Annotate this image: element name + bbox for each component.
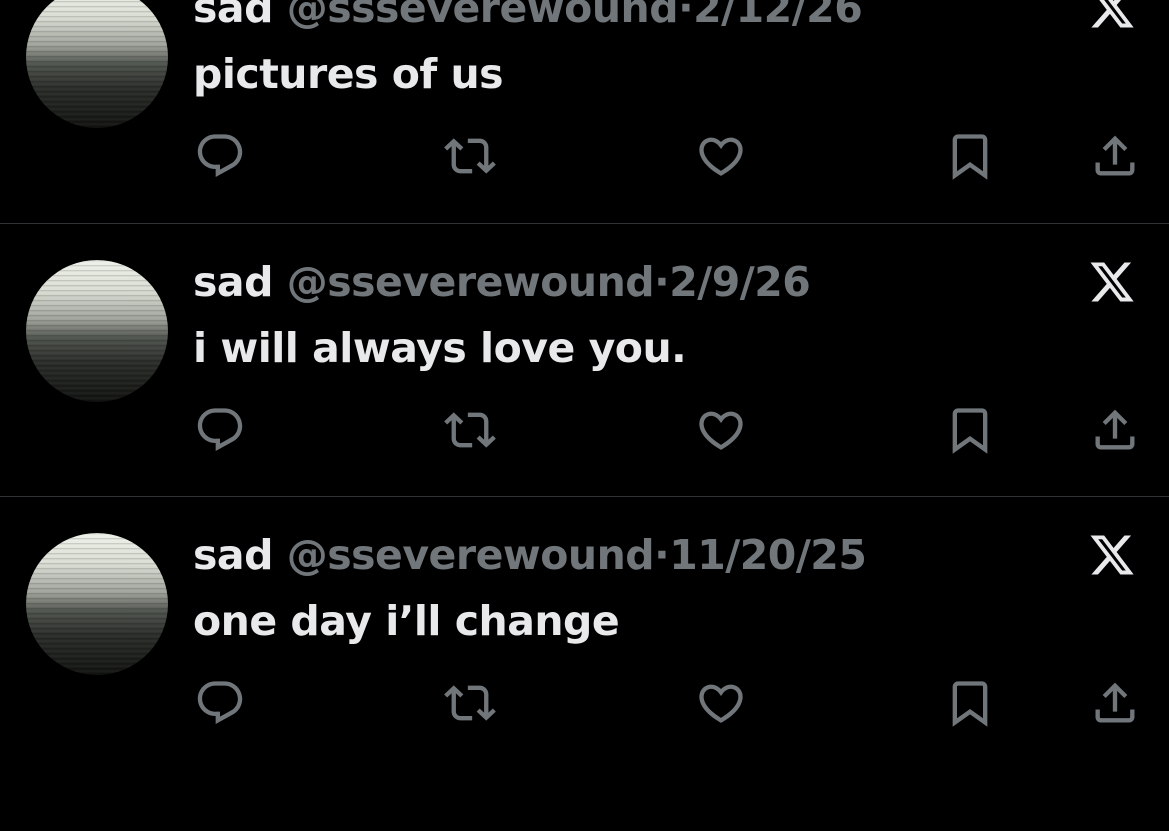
share-icon <box>1095 409 1135 450</box>
separator-dot: · <box>654 258 670 306</box>
tweet-date[interactable]: 11/20/25 <box>669 531 867 579</box>
user-handle[interactable]: @ssseverewound <box>287 0 679 32</box>
share-icon <box>1095 682 1135 723</box>
tweet-header: sad @sseverewound·11/20/25 <box>193 531 867 579</box>
reply-icon <box>197 134 243 178</box>
repost-icon <box>444 412 496 448</box>
bookmark-button[interactable] <box>944 130 996 182</box>
repost-icon <box>444 138 496 174</box>
display-name[interactable]: sad <box>193 531 273 579</box>
share-button[interactable] <box>1089 677 1141 729</box>
like-button[interactable] <box>695 404 747 456</box>
x-logo-icon <box>1091 0 1134 28</box>
feed: sad @ssseverewound·2/12/26 pictures of u… <box>0 0 1169 831</box>
tweet-header: sad @ssseverewound·2/12/26 <box>193 0 863 32</box>
avatar[interactable] <box>26 533 168 675</box>
x-logo-icon <box>1090 262 1134 302</box>
like-button[interactable] <box>695 130 747 182</box>
heart-icon <box>699 411 743 450</box>
bookmark-icon <box>952 134 988 180</box>
repost-icon <box>444 685 496 721</box>
tweet-date[interactable]: 2/12/26 <box>693 0 863 32</box>
tweet-date[interactable]: 2/9/26 <box>669 258 811 306</box>
user-handle[interactable]: @sseverewound <box>287 531 655 579</box>
tweet-text: one day i’ll change <box>193 597 620 645</box>
separator-dot: · <box>678 0 694 32</box>
reply-button[interactable] <box>194 130 246 182</box>
like-button[interactable] <box>695 677 747 729</box>
avatar[interactable] <box>26 0 168 128</box>
tweet[interactable]: sad @sseverewound·2/9/26 i will always l… <box>0 223 1169 497</box>
user-handle[interactable]: @sseverewound <box>287 258 655 306</box>
reply-icon <box>197 681 243 725</box>
tweet-header: sad @sseverewound·2/9/26 <box>193 258 811 306</box>
share-icon <box>1095 135 1135 176</box>
repost-button[interactable] <box>444 677 496 729</box>
bookmark-button[interactable] <box>944 677 996 729</box>
reply-button[interactable] <box>194 677 246 729</box>
x-logo-icon <box>1090 535 1134 575</box>
separator-dot: · <box>654 531 670 579</box>
bookmark-icon <box>952 408 988 454</box>
tweet-text: i will always love you. <box>193 324 687 372</box>
display-name[interactable]: sad <box>193 0 273 32</box>
repost-button[interactable] <box>444 404 496 456</box>
heart-icon <box>699 684 743 723</box>
bookmark-icon <box>952 681 988 727</box>
avatar[interactable] <box>26 260 168 402</box>
bookmark-button[interactable] <box>944 404 996 456</box>
heart-icon <box>699 137 743 176</box>
tweet[interactable]: sad @sseverewound·11/20/25 one day i’ll … <box>0 496 1169 770</box>
display-name[interactable]: sad <box>193 258 273 306</box>
tweet-text: pictures of us <box>193 50 504 98</box>
share-button[interactable] <box>1089 130 1141 182</box>
share-button[interactable] <box>1089 404 1141 456</box>
tweet[interactable]: sad @ssseverewound·2/12/26 pictures of u… <box>0 0 1169 223</box>
repost-button[interactable] <box>444 130 496 182</box>
reply-icon <box>197 408 243 452</box>
reply-button[interactable] <box>194 404 246 456</box>
